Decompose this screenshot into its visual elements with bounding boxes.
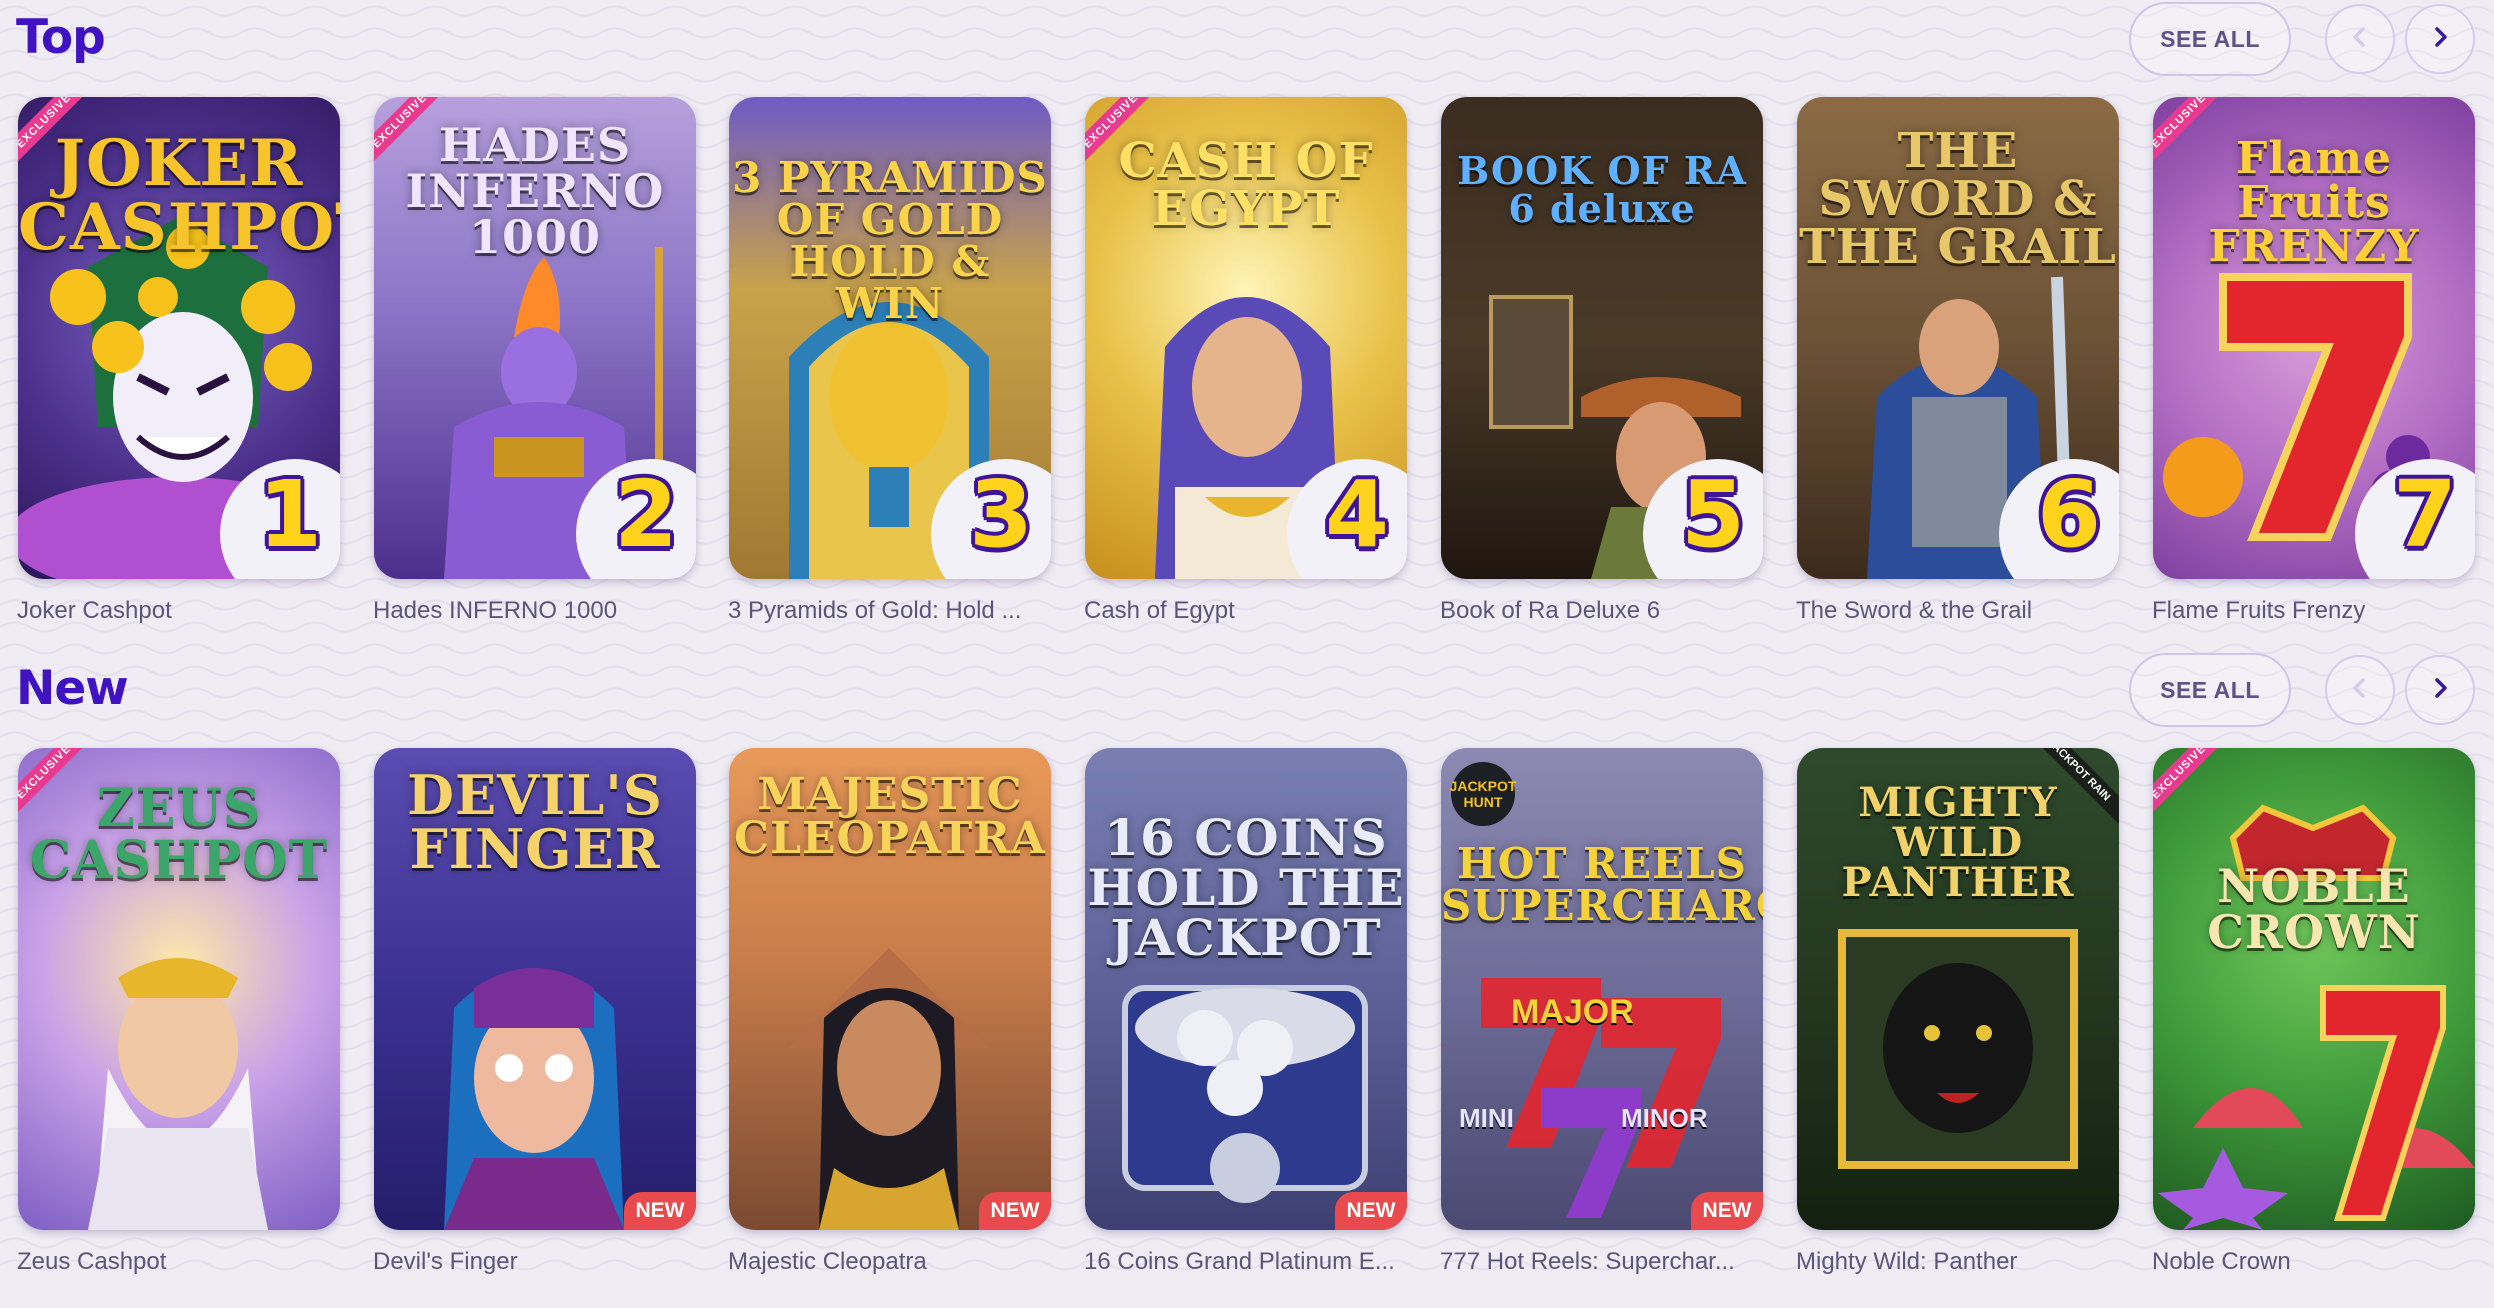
game-title[interactable]: Zeus Cashpot	[17, 1248, 347, 1276]
game-card-noble-crown[interactable]: NOBLE CROWN EXCLUSIVE	[2153, 748, 2475, 1230]
game-logo-text: ZEUS CASHPOT	[29, 778, 329, 891]
rank-number: 6	[2036, 461, 2101, 568]
new-prev-button[interactable]	[2325, 655, 2395, 725]
game-card-joker-cashpot[interactable]: JOKER CASHPOT EXCLUSIVE 1	[18, 97, 340, 579]
game-logo-text: HADES INFERNO 1000	[405, 118, 665, 264]
game-art: DEVIL'S FINGER	[374, 748, 696, 1230]
new-badge: NEW	[1691, 1192, 1763, 1230]
game-logo-text: THE SWORD & THE GRAIL	[1799, 123, 2117, 275]
rank-number: 7	[2392, 461, 2457, 568]
chevron-left-icon	[2349, 677, 2371, 704]
game-card-zeus-cashpot[interactable]: ZEUS CASHPOT EXCLUSIVE	[18, 748, 340, 1230]
game-card-16-coins[interactable]: 16 COINS HOLD THE JACKPOT NEW	[1085, 748, 1407, 1230]
mini-label: MINI	[1459, 1103, 1514, 1133]
game-card-devils-finger[interactable]: DEVIL'S FINGER NEW	[374, 748, 696, 1230]
game-title[interactable]: Noble Crown	[2152, 1248, 2482, 1276]
game-logo-text: Flame Fruits FRENZY	[2208, 133, 2420, 272]
game-art: MIGHTY WILD PANTHER	[1797, 748, 2119, 1230]
game-title[interactable]: 3 Pyramids of Gold: Hold ...	[728, 597, 1058, 625]
new-next-button[interactable]	[2405, 655, 2475, 725]
game-logo-text: BOOK OF RA 6 deluxe	[1457, 148, 1747, 231]
game-logo-text: DEVIL'S FINGER	[407, 763, 663, 881]
game-art: 16 COINS HOLD THE JACKPOT	[1085, 748, 1407, 1230]
game-logo-text: JOKER CASHPOT	[18, 126, 340, 265]
game-card-777-hot-reels[interactable]: JACKPOT HUNT HOT REELS SUPERCHARGED MAJO…	[1441, 748, 1763, 1230]
rank-number: 5	[1680, 461, 1745, 568]
rank-number: 2	[613, 461, 678, 568]
game-title[interactable]: Flame Fruits Frenzy	[2152, 597, 2482, 625]
game-card-mighty-wild-panther[interactable]: MIGHTY WILD PANTHER JACKPOT RAIN	[1797, 748, 2119, 1230]
new-section-title: New	[16, 661, 129, 716]
top-prev-button[interactable]	[2325, 4, 2395, 74]
new-badge: NEW	[624, 1192, 696, 1230]
game-card-book-of-ra-deluxe-6[interactable]: BOOK OF RA 6 deluxe 5	[1441, 97, 1763, 579]
sevens-figure	[1481, 978, 1721, 1218]
game-logo-text: CASH OF EGYPT	[1118, 133, 1374, 237]
top-section-title: Top	[16, 10, 106, 65]
new-badge: NEW	[979, 1192, 1051, 1230]
game-logo-text: MIGHTY WILD PANTHER	[1841, 779, 2075, 906]
top-see-all-button[interactable]: SEE ALL	[2129, 2, 2291, 76]
game-title[interactable]: Majestic Cleopatra	[728, 1248, 1058, 1276]
new-see-all-button[interactable]: SEE ALL	[2129, 653, 2291, 727]
top-games-row: JOKER CASHPOT EXCLUSIVE 1 Joker Cashpot …	[0, 97, 2494, 657]
game-title[interactable]: Joker Cashpot	[17, 597, 347, 625]
game-title[interactable]: Hades INFERNO 1000	[373, 597, 703, 625]
new-badge: NEW	[1335, 1192, 1407, 1230]
game-title[interactable]: Devil's Finger	[373, 1248, 703, 1276]
game-logo-text: MAJESTIC CLEOPATRA	[734, 769, 1046, 864]
major-label: MAJOR	[1511, 993, 1634, 1031]
game-title[interactable]: 777 Hot Reels: Superchar...	[1440, 1248, 1770, 1276]
game-card-majestic-cleopatra[interactable]: MAJESTIC CLEOPATRA NEW	[729, 748, 1051, 1230]
chevron-left-icon	[2349, 26, 2371, 53]
chevron-right-icon	[2429, 677, 2451, 704]
game-logo-text: 16 COINS HOLD THE JACKPOT	[1087, 808, 1405, 967]
game-card-3-pyramids-of-gold[interactable]: 3 PYRAMIDS OF GOLD HOLD & WIN 3	[729, 97, 1051, 579]
chevron-right-icon	[2429, 26, 2451, 53]
rank-number: 3	[968, 461, 1033, 568]
game-card-cash-of-egypt[interactable]: CASH OF EGYPT EXCLUSIVE 4	[1085, 97, 1407, 579]
game-title[interactable]: Mighty Wild: Panther	[1796, 1248, 2126, 1276]
game-card-flame-fruits-frenzy[interactable]: Flame Fruits FRENZY EXCLUSIVE 7	[2153, 97, 2475, 579]
game-title[interactable]: Cash of Egypt	[1084, 597, 1414, 625]
game-title[interactable]: Book of Ra Deluxe 6	[1440, 597, 1770, 625]
game-title[interactable]: The Sword & the Grail	[1796, 597, 2126, 625]
rank-number: 4	[1324, 461, 1389, 568]
top-next-button[interactable]	[2405, 4, 2475, 74]
new-games-row: ZEUS CASHPOT EXCLUSIVE Zeus Cashpot DEVI…	[0, 748, 2494, 1308]
minor-label: MINOR	[1621, 1103, 1708, 1133]
game-art: MAJESTIC CLEOPATRA	[729, 748, 1051, 1230]
crown-seven-figure	[2158, 804, 2475, 1230]
game-art: ZEUS CASHPOT	[18, 748, 340, 1230]
game-art: NOBLE CROWN	[2153, 748, 2475, 1230]
game-art: JACKPOT HUNT HOT REELS SUPERCHARGED MAJO…	[1441, 748, 1763, 1230]
game-logo-text: NOBLE CROWN	[2207, 859, 2421, 959]
game-logo-text: 3 PYRAMIDS OF GOLD HOLD & WIN	[732, 153, 1048, 328]
game-title[interactable]: 16 Coins Grand Platinum E...	[1084, 1248, 1414, 1276]
rank-number: 1	[257, 461, 322, 568]
game-card-sword-and-grail[interactable]: THE SWORD & THE GRAIL 6	[1797, 97, 2119, 579]
game-card-hades-inferno-1000[interactable]: HADES INFERNO 1000 EXCLUSIVE 2	[374, 97, 696, 579]
